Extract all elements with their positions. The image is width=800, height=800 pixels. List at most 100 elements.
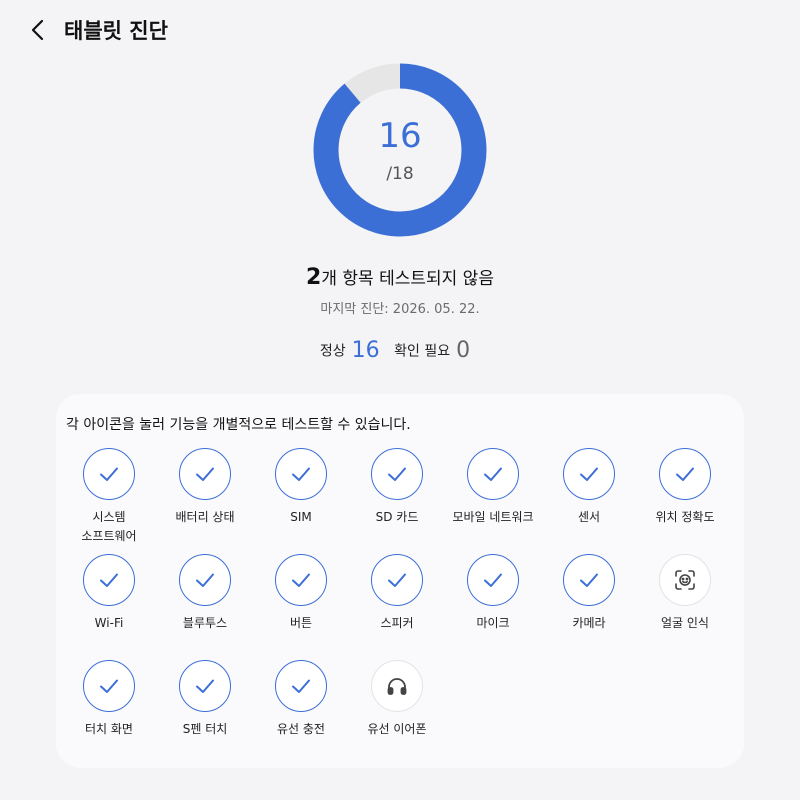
test-item-button[interactable] — [467, 554, 519, 606]
test-item-button[interactable] — [179, 448, 231, 500]
test-item-label-line: 시스템 — [92, 510, 126, 524]
test-item-label-line: 위치 정확도 — [655, 510, 715, 524]
test-item[interactable]: 센서 — [534, 448, 644, 527]
test-item-button[interactable] — [563, 554, 615, 606]
test-item-label: 시스템소프트웨어 — [54, 508, 164, 546]
test-card: 각 아이콘을 눌러 기능을 개별적으로 테스트할 수 있습니다. 시스템소프트웨… — [56, 394, 744, 768]
card-description: 각 아이콘을 눌러 기능을 개별적으로 테스트할 수 있습니다. — [66, 417, 411, 433]
test-item[interactable]: 배터리 상태 — [150, 448, 260, 527]
test-item-button[interactable] — [371, 554, 423, 606]
test-item[interactable]: 터치 화면 — [54, 660, 164, 739]
completed-count: 16 — [378, 116, 422, 156]
test-item-label-line: SIM — [290, 510, 312, 524]
test-item[interactable]: 블루투스 — [150, 554, 260, 633]
untested-text: 개 항목 테스트되지 않음 — [321, 269, 494, 289]
test-item[interactable]: 모바일 네트워크 — [438, 448, 548, 527]
check-icon — [288, 461, 314, 487]
test-item-label: 위치 정확도 — [630, 508, 740, 527]
test-item-button[interactable] — [179, 660, 231, 712]
test-item-button[interactable] — [275, 554, 327, 606]
normal-label: 정상 — [319, 343, 346, 360]
result-stats: 정상 16 확인 필요 0 — [0, 338, 800, 363]
test-item[interactable]: Wi-Fi — [54, 554, 164, 633]
test-item-button[interactable] — [467, 448, 519, 500]
test-item-label-line: 유선 이어폰 — [367, 722, 427, 736]
test-item-label: SIM — [246, 508, 356, 527]
check-needed-value: 0 — [456, 338, 471, 363]
check-needed-label: 확인 필요 — [394, 343, 451, 360]
test-item-button[interactable] — [371, 448, 423, 500]
test-item-label-line: 소프트웨어 — [81, 529, 137, 543]
test-item-label: 스피커 — [342, 614, 452, 633]
test-item-label-line: 스피커 — [380, 616, 414, 630]
test-item-label-line: 터치 화면 — [85, 722, 133, 736]
check-icon — [288, 673, 314, 699]
test-item-label-line: 버튼 — [289, 616, 313, 630]
test-item-label: 버튼 — [246, 614, 356, 633]
test-item[interactable]: 스피커 — [342, 554, 452, 633]
test-item-label: 배터리 상태 — [150, 508, 260, 527]
test-item[interactable]: SD 카드 — [342, 448, 452, 527]
test-item-label-line: 모바일 네트워크 — [452, 510, 534, 524]
test-item-label-line: 배터리 상태 — [175, 510, 235, 524]
check-icon — [96, 673, 122, 699]
test-item-label: 유선 이어폰 — [342, 720, 452, 739]
face-scan-icon — [673, 568, 697, 592]
test-item-label-line: S펜 터치 — [182, 722, 228, 736]
test-item-label: 블루투스 — [150, 614, 260, 633]
chevron-left-icon — [31, 19, 44, 41]
test-item-label-line: 센서 — [577, 510, 601, 524]
check-icon — [384, 567, 410, 593]
test-item[interactable]: 마이크 — [438, 554, 548, 633]
check-icon — [576, 461, 602, 487]
check-icon — [192, 461, 218, 487]
test-item-label-line: 마이크 — [476, 616, 510, 630]
test-item-button[interactable] — [275, 660, 327, 712]
test-item-button[interactable] — [83, 448, 135, 500]
test-item-label-line: 카메라 — [572, 616, 606, 630]
check-icon — [96, 461, 122, 487]
test-item-button[interactable] — [563, 448, 615, 500]
untested-count: 2 — [306, 265, 322, 290]
test-item-label: SD 카드 — [342, 508, 452, 527]
test-item-button[interactable] — [83, 660, 135, 712]
test-item-label-line: SD 카드 — [375, 510, 419, 524]
test-item[interactable]: 버튼 — [246, 554, 356, 633]
test-item-label: 센서 — [534, 508, 644, 527]
back-button[interactable] — [22, 14, 54, 46]
last-diagnosis-date: 마지막 진단: 2026. 05. 22. — [320, 302, 480, 317]
page-title: 태블릿 진단 — [64, 19, 168, 43]
test-item-label: Wi-Fi — [54, 614, 164, 633]
test-item-button[interactable] — [275, 448, 327, 500]
test-item-button[interactable] — [83, 554, 135, 606]
test-item[interactable]: 얼굴 인식 — [630, 554, 740, 633]
check-icon — [192, 673, 218, 699]
normal-value: 16 — [351, 338, 380, 363]
untested-summary: 2개 항목 테스트되지 않음 — [0, 264, 800, 290]
test-item[interactable]: 시스템소프트웨어 — [54, 448, 164, 546]
test-item-button[interactable] — [659, 448, 711, 500]
test-item[interactable]: 카메라 — [534, 554, 644, 633]
headphones-icon — [385, 674, 409, 698]
check-icon — [96, 567, 122, 593]
test-item-label-line: Wi-Fi — [94, 616, 124, 630]
test-item[interactable]: SIM — [246, 448, 356, 527]
test-item-label: S펜 터치 — [150, 720, 260, 739]
test-item-button[interactable] — [659, 554, 711, 606]
check-icon — [288, 567, 314, 593]
check-icon — [672, 461, 698, 487]
test-item[interactable]: 유선 충전 — [246, 660, 356, 739]
header: 태블릿 진단 — [0, 0, 800, 60]
test-item-label-line: 유선 충전 — [277, 722, 325, 736]
check-icon — [192, 567, 218, 593]
check-icon — [480, 567, 506, 593]
test-item[interactable]: 위치 정확도 — [630, 448, 740, 527]
test-item-label: 얼굴 인식 — [630, 614, 740, 633]
test-item[interactable]: S펜 터치 — [150, 660, 260, 739]
test-item-button[interactable] — [179, 554, 231, 606]
test-item-label: 유선 충전 — [246, 720, 356, 739]
test-item-label: 마이크 — [438, 614, 548, 633]
test-item-label-line: 블루투스 — [182, 616, 228, 630]
test-item[interactable]: 유선 이어폰 — [342, 660, 452, 739]
test-item-button[interactable] — [371, 660, 423, 712]
